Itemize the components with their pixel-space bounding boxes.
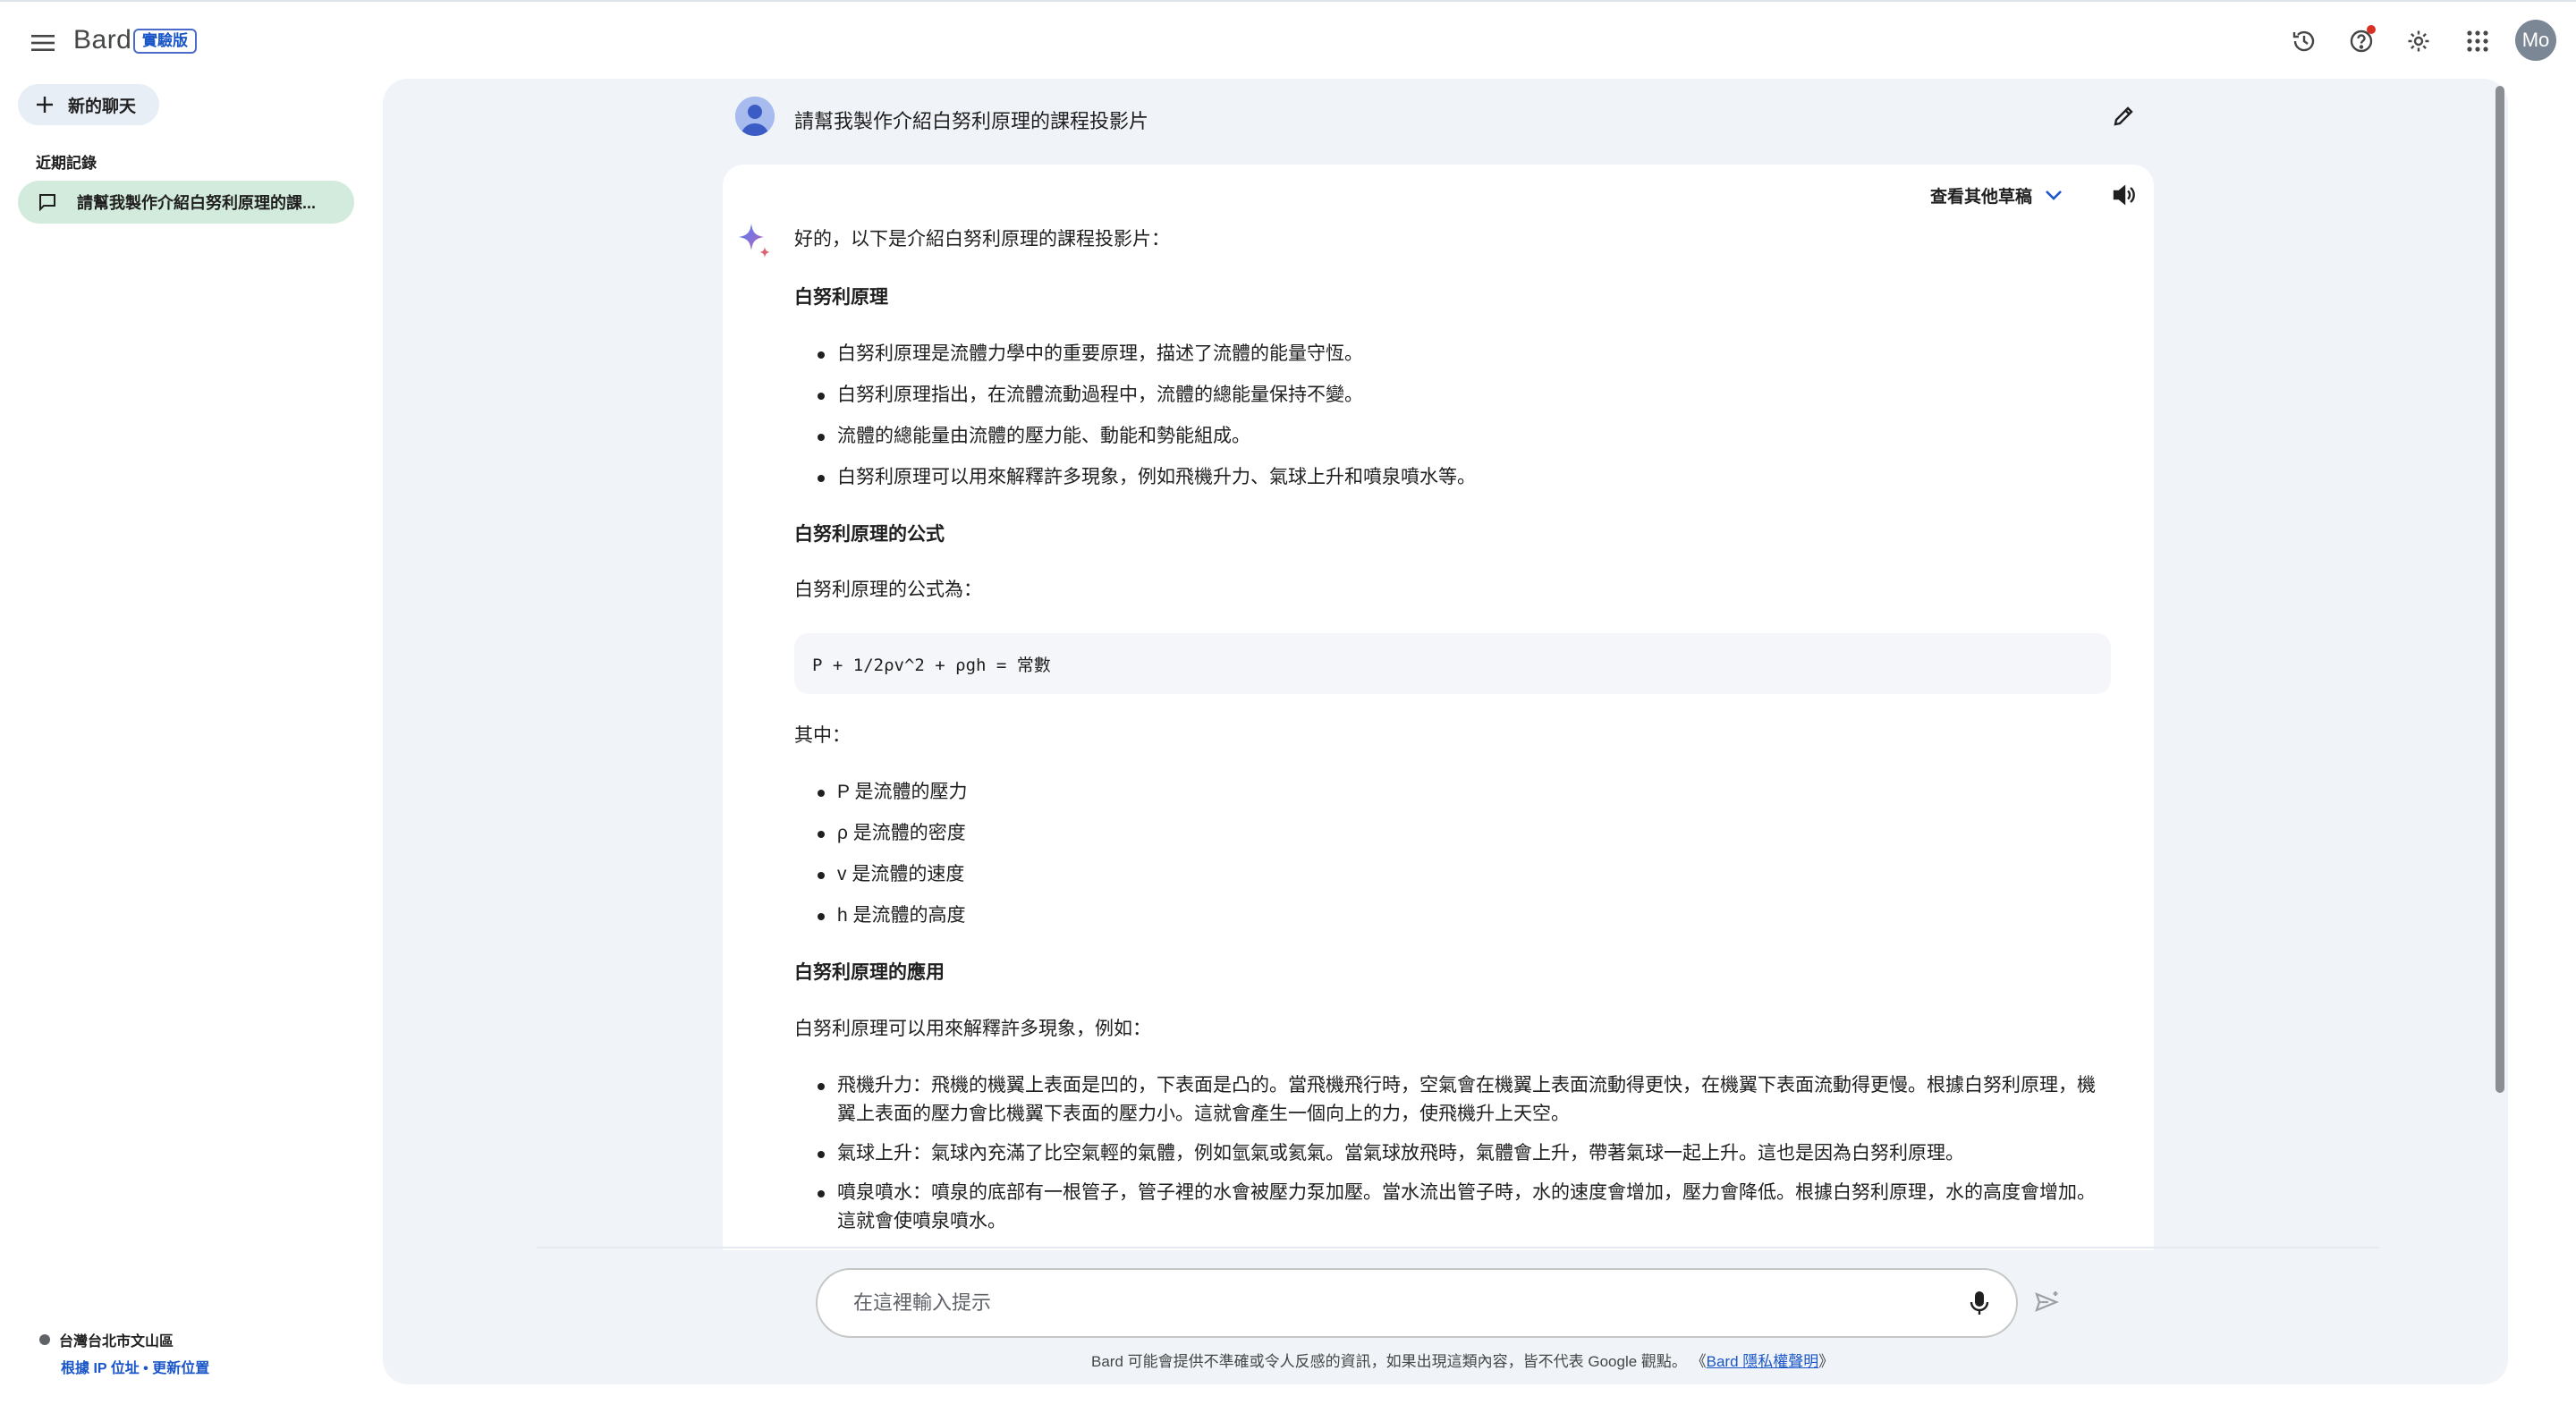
new-chat-label: 新的聊天 [68,97,137,116]
section-heading-applications: 白努利原理的應用 [794,962,945,983]
voice-input-button[interactable] [1959,1282,2000,1324]
app-logo[interactable]: Bard [73,25,131,55]
list-item: 飛機升力：飛機的機翼上表面是凹的，下表面是凸的。當飛機飛行時，空氣會在機翼上表面… [794,1071,2109,1129]
list-item: ρ 是流體的密度 [794,819,2100,848]
plus-icon [37,97,53,113]
footer-disclaimer: Bard 可能會提供不準確或令人反感的資訊，如果出現這類內容，皆不代表 Goog… [1091,1349,1834,1371]
where-label: 其中： [794,725,851,746]
chat-bubble-icon [39,194,55,212]
drafts-label: 查看其他草稿 [1930,187,2033,207]
list-item: P 是流體的壓力 [794,778,2100,807]
chevron-down-icon [2046,190,2062,200]
view-drafts-button[interactable]: 查看其他草稿 [1930,179,2063,211]
list-item: v 是流體的速度 [794,860,2100,889]
list-item: 噴泉噴水：噴泉的底部有一根管子，管子裡的水會被壓力泵加壓。當水流出管子時，水的速… [794,1179,2109,1236]
variables-bullet-list: P 是流體的壓力 ρ 是流體的密度 v 是流體的速度 h 是流體的高度 [794,778,2100,930]
ip-source-link[interactable]: 根據 IP 位址 [61,1361,140,1376]
formula-text: P + 1/2ρv^2 + ρgh = 常數 [812,655,1051,675]
list-item: h 是流體的高度 [794,901,2100,930]
location-dot-icon [39,1334,50,1345]
notification-dot [2367,25,2376,34]
privacy-open-bracket: 《 [1686,1353,1707,1370]
user-prompt-text: 請幫我製作介紹白努利原理的課程投影片 [794,110,1149,132]
bard-sparkle-icon [739,224,770,258]
section-heading-formula: 白努利原理的公式 [794,524,945,545]
history-icon [2292,30,2315,52]
privacy-close-bracket: 》 [1818,1353,1835,1370]
prompt-input[interactable] [853,1291,1891,1315]
menu-icon [31,35,55,51]
scrollbar-thumb[interactable] [2496,86,2504,1093]
list-item: 氣球上升：氣球內充滿了比空氣輕的氣體，例如氫氣或氦氣。當氣球放飛時，氣體會上升，… [794,1139,2109,1168]
main-menu-button[interactable] [21,21,64,64]
disclaimer-text: Bard 可能會提供不準確或令人反感的資訊，如果出現這類內容，皆不代表 Goog… [1091,1353,1687,1370]
history-button[interactable] [2283,20,2326,63]
formula-code-block: P + 1/2ρv^2 + ρgh = 常數 [794,633,2111,694]
apps-button[interactable] [2456,20,2499,63]
list-item: 白努利原理可以用來解釋許多現象，例如飛機升力、氣球上升和噴泉噴水等。 [794,463,2100,492]
edit-prompt-button[interactable] [2104,97,2143,136]
applications-intro: 白努利原理可以用來解釋許多現象，例如： [794,1019,1151,1039]
list-item: 白努利原理是流體力學中的重要原理，描述了流體的能量守恆。 [794,340,2100,368]
beta-badge: 實驗版 [133,29,197,54]
pencil-icon [2114,106,2133,126]
send-icon [2035,1291,2059,1312]
mic-icon [1970,1291,1989,1315]
location-links: 根據 IP 位址 • 更新位置 [61,1356,209,1377]
speaker-icon [2113,184,2135,206]
section-heading-principle: 白努利原理 [794,287,888,308]
send-button[interactable] [2027,1282,2068,1324]
apps-grid-icon [2467,30,2488,52]
response-intro: 好的，以下是介紹白努利原理的課程投影片： [794,229,1170,250]
list-item: 流體的總能量由流體的壓力能、動能和勢能組成。 [794,422,2100,451]
location-separator: • [139,1361,153,1376]
top-bar: Bard 實驗版 Mo [0,0,2576,79]
gear-icon [2408,30,2429,52]
settings-button[interactable] [2397,20,2440,63]
principle-bullet-list: 白努利原理是流體力學中的重要原理，描述了流體的能量守恆。 白努利原理指出，在流體… [794,340,2100,492]
person-icon [735,97,775,136]
recent-section-title: 近期記錄 [36,155,97,172]
new-chat-button[interactable]: 新的聊天 [18,84,160,125]
account-avatar[interactable]: Mo [2515,20,2556,61]
input-divider [537,1247,2379,1248]
user-avatar [735,97,775,136]
location-place: 台灣台北市文山區 [59,1334,174,1350]
update-location-link[interactable]: 更新位置 [152,1361,209,1376]
applications-bullet-list: 飛機升力：飛機的機翼上表面是凹的，下表面是凸的。當飛機飛行時，空氣會在機翼上表面… [794,1071,2109,1236]
recent-chat-label: 請幫我製作介紹白努利原理的課... [77,194,317,212]
formula-intro: 白努利原理的公式為： [794,580,982,600]
recent-chat-item[interactable]: 請幫我製作介紹白努利原理的課... [18,181,354,224]
location-info: 台灣台北市文山區 [39,1329,174,1350]
help-button[interactable] [2340,20,2383,63]
list-item: 白努利原理指出，在流體流動過程中，流體的總能量保持不變。 [794,381,2100,410]
privacy-notice-link[interactable]: Bard 隱私權聲明 [1707,1353,1819,1370]
prompt-input-container[interactable] [816,1268,2018,1338]
read-aloud-button[interactable] [2104,175,2143,215]
